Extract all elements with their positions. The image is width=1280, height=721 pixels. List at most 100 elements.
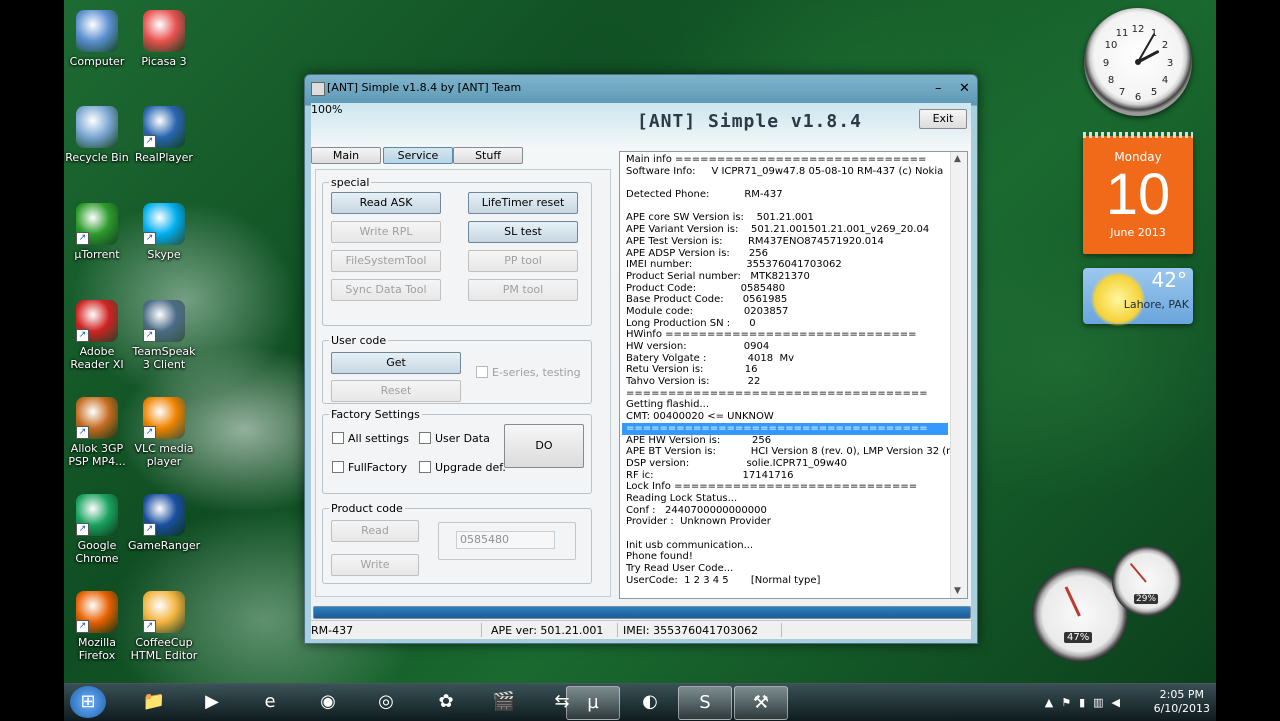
skype-icon[interactable]: S — [678, 686, 732, 720]
teamspeak-icon[interactable]: ◐ — [624, 686, 676, 718]
teamspeak-icon: ↗ — [143, 300, 185, 342]
show-hidden-icons-icon[interactable]: ▲ — [1045, 696, 1061, 709]
desktop-icon[interactable]: Recycle Bin — [61, 106, 133, 164]
battery-icon[interactable]: ▮ — [1079, 696, 1093, 709]
desktop-icon-label: Picasa 3 — [141, 55, 187, 68]
log-line: Getting flashid... — [626, 399, 710, 411]
log-line: CMT: 00400020 <= UNKNOW — [626, 411, 774, 423]
log-line: Provider : Unknown Provider — [626, 516, 771, 528]
title-bar[interactable]: [ANT] Simple v1.8.4 by [ANT] Team – ✕ — [305, 75, 977, 101]
minimize-button[interactable]: – — [935, 81, 942, 96]
chrome-icon[interactable]: ◎ — [360, 686, 412, 718]
media-player-icon[interactable]: ▶ — [186, 686, 238, 718]
sync-data-tool-button[interactable]: Sync Data Tool — [331, 279, 441, 301]
computer-icon — [76, 10, 118, 52]
ant-simple-icon[interactable]: ⚒ — [734, 686, 788, 720]
full-factory-checkbox[interactable]: FullFactory — [332, 461, 407, 474]
network-icon[interactable]: ▥ — [1093, 696, 1111, 709]
explorer-icon[interactable]: 📁 — [128, 686, 180, 718]
utorrent-icon[interactable]: µ — [566, 686, 620, 720]
window-title: [ANT] Simple v1.8.4 by [ANT] Team — [327, 81, 522, 94]
svg-text:9: 9 — [1103, 58, 1109, 69]
shortcut-arrow-icon: ↗ — [76, 426, 89, 439]
pm-tool-button[interactable]: PM tool — [468, 279, 578, 301]
coffeecup-icon: ↗ — [143, 591, 185, 633]
log-scrollbar[interactable]: ▲ ▼ — [950, 152, 967, 598]
memory-gauge[interactable]: 29% — [1112, 546, 1182, 616]
special-legend: special — [331, 176, 370, 189]
svg-text:3: 3 — [1167, 58, 1173, 69]
user-data-checkbox[interactable]: User Data — [419, 432, 490, 445]
desktop-icon[interactable]: ↗ Skype — [128, 203, 200, 261]
tab-main[interactable]: Main — [311, 147, 381, 164]
desktop-icon[interactable]: ↗ TeamSpeak 3 Client — [128, 300, 200, 371]
lifetimer-reset-button[interactable]: LifeTimer reset — [468, 192, 578, 214]
desktop-icon[interactable]: ↗ RealPlayer — [128, 106, 200, 164]
write-rpl-button[interactable]: Write RPL — [331, 221, 441, 243]
desktop-icon[interactable]: Picasa 3 — [128, 10, 200, 68]
desktop-icon[interactable]: ↗ CoffeeCup HTML Editor — [128, 591, 200, 662]
internet-explorer-icon[interactable]: e — [244, 686, 296, 718]
write-product-code-button[interactable]: Write — [331, 554, 419, 576]
read-ask-button[interactable]: Read ASK — [331, 192, 441, 214]
desktop-icon-label: Allok 3GP PSP MP4... — [68, 442, 126, 468]
clock-gadget[interactable]: 1212 345 678 91011 — [1084, 8, 1192, 116]
desktop-icon[interactable]: ↗ GameRanger — [128, 494, 200, 552]
get-user-code-button[interactable]: Get — [331, 352, 461, 374]
firefox-icon: ↗ — [76, 591, 118, 633]
read-product-code-button[interactable]: Read — [331, 520, 419, 542]
pp-tool-button[interactable]: PP tool — [468, 250, 578, 272]
all-settings-checkbox[interactable]: All settings — [332, 432, 409, 445]
exit-button[interactable]: Exit — [919, 109, 967, 129]
log-line: HWinfo ============================== — [626, 329, 917, 341]
status-ape-version: APE ver: 501.21.001 — [491, 624, 604, 637]
desktop-icon[interactable]: ↗ Google Chrome — [61, 494, 133, 565]
calendar-date: 10 — [1105, 162, 1171, 227]
product-code-input[interactable]: 0585480 — [456, 531, 555, 549]
desktop-icon[interactable]: ↗ Adobe Reader XI — [61, 300, 133, 371]
app-header: [ANT] Simple v1.8.4 — [637, 111, 862, 132]
app-icon — [311, 82, 325, 96]
desktop-icon[interactable]: ↗ Mozilla Firefox — [61, 591, 133, 662]
ant-simple-window: [ANT] Simple v1.8.4 by [ANT] Team – ✕ [A… — [304, 74, 978, 644]
sl-test-button[interactable]: SL test — [468, 221, 578, 243]
upgrade-def-checkbox[interactable]: Upgrade def. — [419, 461, 506, 474]
eseries-testing-label: E-series, testing — [492, 366, 581, 379]
service-panel: special Read ASK LifeTimer reset Write R… — [315, 169, 611, 597]
flag-icon[interactable]: ⚑ — [1061, 696, 1079, 709]
filesystem-tool-button[interactable]: FileSystemTool — [331, 250, 441, 272]
tray-time: 2:05 PM — [1159, 688, 1204, 701]
clock-tray[interactable]: 2:05 PM 6/10/2013 — [1154, 688, 1210, 716]
letterbox-left — [0, 0, 64, 720]
start-button[interactable]: ⊞ — [70, 686, 106, 718]
tab-service[interactable]: Service — [383, 147, 453, 164]
desktop-icon[interactable]: ↗ µTorrent — [61, 203, 133, 261]
desktop-icon-label: Recycle Bin — [65, 151, 129, 164]
do-button[interactable]: DO — [504, 424, 584, 468]
movie-maker-icon[interactable]: 🎬 — [478, 686, 530, 718]
close-button[interactable]: ✕ — [959, 81, 970, 96]
reset-user-code-button[interactable]: Reset — [331, 380, 461, 402]
calendar-month: June 2013 — [1110, 226, 1166, 239]
desktop-icon-label: Google Chrome — [75, 539, 119, 565]
log-line: Software Info: V ICPR71_09w47.8 05-08-10… — [626, 165, 944, 177]
firefox-icon[interactable]: ◉ — [302, 686, 354, 718]
svg-text:4: 4 — [1162, 75, 1168, 86]
log-line: Phone found! — [626, 551, 693, 563]
tab-stuff[interactable]: Stuff — [453, 147, 523, 164]
volume-icon[interactable]: ◀ — [1112, 696, 1128, 709]
window-client-area: [ANT] Simple v1.8.4 Exit Main Service St… — [311, 103, 971, 639]
status-bar: RM-437 APE ver: 501.21.001 IMEI: 3553760… — [311, 620, 971, 639]
picasa-icon[interactable]: ✿ — [420, 686, 472, 718]
weather-gadget[interactable]: 42° Lahore, PAK — [1083, 268, 1193, 326]
desktop-icon[interactable]: ↗ VLC media player — [128, 397, 200, 468]
desktop-icon[interactable]: Computer — [61, 10, 133, 68]
eseries-testing-checkbox[interactable]: E-series, testing — [476, 366, 581, 379]
user-code-legend: User code — [331, 334, 387, 347]
log-output[interactable]: Main info ==============================… — [619, 151, 968, 599]
calendar-gadget[interactable]: Monday 10 June 2013 — [1083, 132, 1193, 254]
scroll-up-icon[interactable]: ▲ — [954, 154, 961, 164]
desktop-icon[interactable]: ↗ Allok 3GP PSP MP4... — [61, 397, 133, 468]
scroll-down-icon[interactable]: ▼ — [954, 586, 961, 596]
